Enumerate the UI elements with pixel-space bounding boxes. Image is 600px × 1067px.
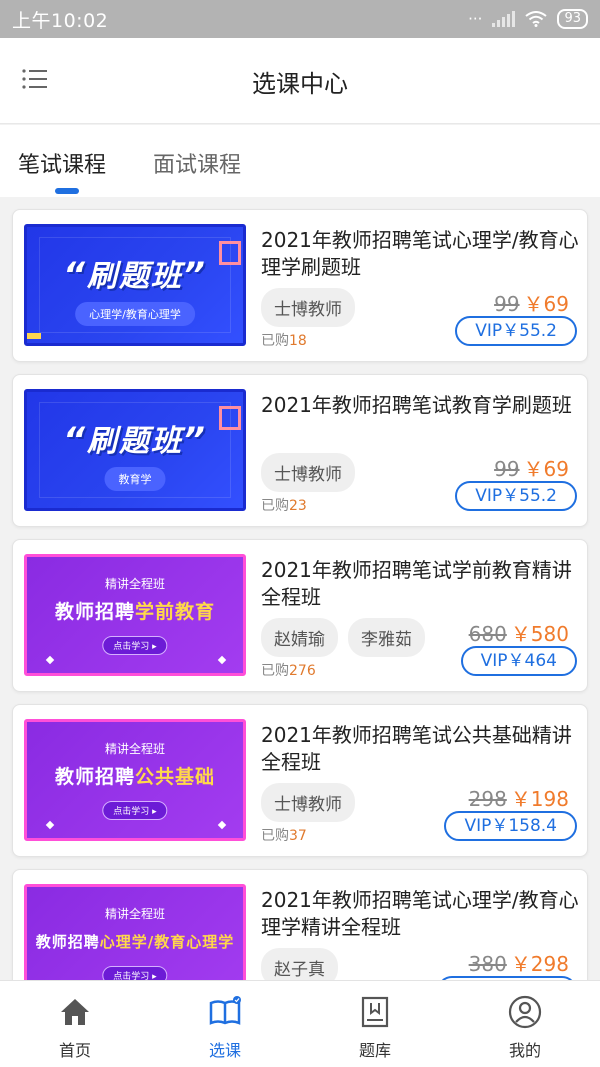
teacher-tag: 赵婧瑜	[261, 618, 338, 657]
current-price: ￥69	[523, 292, 569, 316]
thumbnail-subject: 教育学	[104, 467, 166, 491]
current-price: ￥298	[510, 952, 569, 976]
course-card[interactable]: “刷题班” 心理学/教育心理学 2021年教师招聘笔试心理学/教育心理学刷题班 …	[12, 209, 588, 362]
wifi-icon	[525, 11, 548, 27]
tab-indicator	[55, 188, 79, 194]
thumbnail-study-button: 点击学习 ▸	[102, 801, 168, 820]
tab-written[interactable]: 笔试课程	[18, 147, 106, 179]
nav-profile-label: 我的	[508, 1041, 541, 1060]
battery-icon: 93	[557, 9, 588, 29]
purchase-count: 已购276	[261, 663, 316, 679]
status-bar: 上午10:02 ··· 93	[0, 0, 600, 38]
thumbnail-study-button: 点击学习 ▸	[102, 966, 168, 980]
vip-price-button[interactable]: VIP￥464	[460, 646, 577, 676]
page-title: 选课中心	[252, 70, 348, 98]
teacher-tag: 赵子真	[261, 948, 338, 980]
course-title: 2021年教师招聘笔试学前教育精讲全程班	[261, 558, 572, 609]
course-thumbnail: 精讲全程班 教师招聘公共基础 点击学习 ▸	[24, 719, 246, 841]
original-price: 380	[468, 952, 507, 976]
course-title: 2021年教师招聘笔试公共基础精讲全程班	[261, 723, 572, 774]
course-card[interactable]: “刷题班” 教育学 2021年教师招聘笔试教育学刷题班 士博教师 已购23 99…	[12, 374, 588, 527]
signal-dots-icon: ···	[468, 10, 483, 28]
purchase-count: 已购37	[261, 828, 307, 844]
price: 99 ￥69	[494, 453, 569, 482]
nav-home[interactable]: 首页	[0, 981, 150, 1067]
price: 680 ￥580	[469, 618, 569, 647]
vip-price-button[interactable]: VIP￥158.4	[444, 811, 577, 841]
teacher-tag: 士博教师	[261, 453, 355, 492]
nav-question-bank-label: 题库	[358, 1041, 391, 1060]
course-thumbnail: 精讲全程班 教师招聘心理学/教育心理学 点击学习 ▸	[24, 884, 246, 980]
course-title: 2021年教师招聘笔试心理学/教育心理学精讲全程班	[261, 888, 579, 939]
price: 298 ￥198	[469, 783, 569, 812]
teacher-tag: 士博教师	[261, 288, 355, 327]
nav-courses[interactable]: 选课	[150, 981, 300, 1067]
price: 380 ￥298	[469, 948, 569, 977]
tab-interview[interactable]: 面试课程	[153, 147, 241, 179]
current-price: ￥69	[523, 457, 569, 481]
course-title: 2021年教师招聘笔试心理学/教育心理学刷题班	[261, 228, 579, 279]
nav-profile[interactable]: 我的	[450, 981, 600, 1067]
nav-courses-label: 选课	[208, 1041, 241, 1060]
thumbnail-subject: 心理学/教育心理学	[75, 302, 195, 326]
course-title: 2021年教师招聘笔试教育学刷题班	[261, 393, 572, 417]
top-bar: 选课中心	[0, 38, 600, 124]
book-icon	[209, 996, 241, 1025]
purchase-count: 已购23	[261, 498, 307, 514]
course-list[interactable]: “刷题班” 心理学/教育心理学 2021年教师招聘笔试心理学/教育心理学刷题班 …	[0, 198, 600, 980]
thumbnail-title: “刷题班”	[63, 255, 207, 295]
price: 99 ￥69	[494, 288, 569, 317]
vip-price-button[interactable]: VIP￥55.2	[455, 316, 577, 346]
course-thumbnail: “刷题班” 心理学/教育心理学	[24, 224, 246, 346]
thumbnail-title: “刷题班”	[63, 420, 207, 460]
original-price: 680	[468, 622, 507, 646]
vip-price-button[interactable]: VIP￥55.2	[455, 481, 577, 511]
original-price: 298	[468, 787, 507, 811]
course-tabs: 笔试课程 面试课程	[0, 125, 600, 197]
original-price: 99	[494, 292, 520, 316]
bottom-nav: 首页 选课 题库 我的	[0, 980, 600, 1067]
original-price: 99	[494, 457, 520, 481]
teacher-tag: 李雅茹	[348, 618, 425, 657]
home-icon	[61, 999, 89, 1025]
current-price: ￥580	[510, 622, 569, 646]
nav-question-bank[interactable]: 题库	[300, 981, 450, 1067]
current-price: ￥198	[510, 787, 569, 811]
signal-icon	[492, 11, 516, 27]
purchase-count: 已购18	[261, 333, 307, 349]
course-thumbnail: 精讲全程班 教师招聘学前教育 点击学习 ▸	[24, 554, 246, 676]
thumbnail-title: 教师招聘心理学/教育心理学	[35, 933, 235, 951]
question-bank-icon	[361, 996, 389, 1028]
nav-home-label: 首页	[58, 1041, 91, 1060]
thumbnail-caption: 精讲全程班	[104, 577, 165, 591]
course-card[interactable]: 精讲全程班 教师招聘心理学/教育心理学 点击学习 ▸ 2021年教师招聘笔试心理…	[12, 869, 588, 980]
user-icon	[508, 995, 542, 1029]
thumbnail-title: 教师招聘公共基础	[54, 766, 216, 788]
course-card[interactable]: 精讲全程班 教师招聘公共基础 点击学习 ▸ 2021年教师招聘笔试公共基础精讲全…	[12, 704, 588, 857]
course-card[interactable]: 精讲全程班 教师招聘学前教育 点击学习 ▸ 2021年教师招聘笔试学前教育精讲全…	[12, 539, 588, 692]
thumbnail-caption: 精讲全程班	[104, 907, 165, 921]
course-thumbnail: “刷题班” 教育学	[24, 389, 246, 511]
teacher-tag: 士博教师	[261, 783, 355, 822]
thumbnail-caption: 精讲全程班	[104, 742, 165, 756]
thumbnail-study-button: 点击学习 ▸	[102, 636, 168, 655]
status-time: 上午10:02	[12, 9, 109, 32]
thumbnail-title: 教师招聘学前教育	[54, 601, 216, 623]
